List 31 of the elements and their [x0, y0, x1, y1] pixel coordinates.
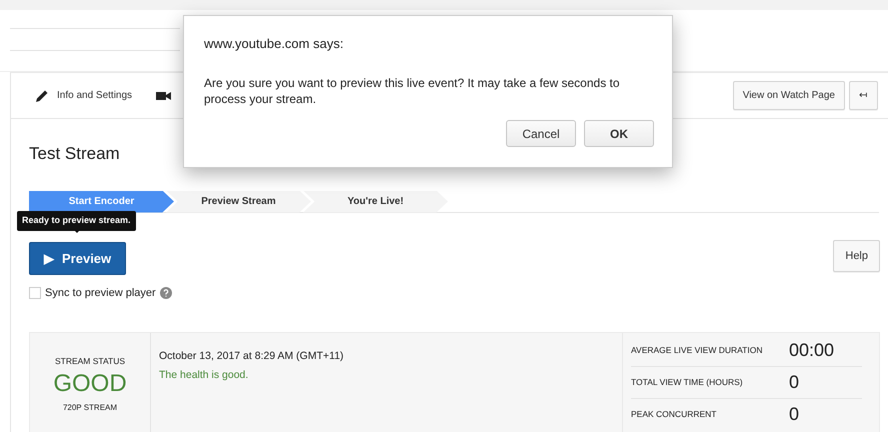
step-tab[interactable]: Preview Stream: [166, 190, 311, 212]
back-button[interactable]: ↤: [849, 81, 878, 110]
help-button[interactable]: Help: [833, 240, 880, 272]
pencil-icon: [35, 88, 49, 102]
dialog-title: www.youtube.com says:: [204, 35, 344, 53]
preview-button[interactable]: ▶ Preview: [29, 242, 126, 275]
status-heading: STREAM STATUS: [54, 354, 126, 368]
checkbox[interactable]: [29, 287, 41, 300]
stat-value: 0: [789, 403, 800, 426]
status-value: GOOD: [52, 371, 128, 398]
cancel-button[interactable]: Cancel: [506, 120, 576, 147]
stat-value: 0: [789, 370, 800, 394]
checkbox-label: Sync to preview player: [45, 286, 156, 301]
stat-label: TOTAL VIEW TIME (HOURS): [631, 376, 744, 388]
watch-page-button[interactable]: View on Watch Page: [732, 81, 845, 110]
help-icon[interactable]: [160, 287, 172, 300]
stat-value: 00:00: [789, 338, 834, 362]
stream-quality: 720P STREAM: [62, 402, 118, 414]
camera-icon: [156, 90, 172, 100]
info-settings-tab[interactable]: Info and Settings: [35, 88, 132, 103]
stat-label: PEAK CONCURRENT: [631, 408, 718, 421]
stat-label: AVERAGE LIVE VIEW DURATION: [631, 344, 764, 356]
page-title: Test Stream: [29, 143, 121, 165]
step-tab[interactable]: You're Live!: [303, 190, 448, 212]
tooltip-pointer-icon: [72, 228, 82, 234]
health-message: The health is good.: [159, 368, 250, 384]
tooltip: Ready to preview stream.: [17, 211, 136, 230]
dialog-message: Are you sure you want to preview this live event? It may take a few seconds to process your stream.: [204, 74, 621, 108]
ok-button[interactable]: OK: [584, 120, 654, 147]
status-date: October 13, 2017 at 8:29 AM (GMT+11): [159, 348, 345, 364]
play-icon: ▶: [44, 248, 54, 268]
